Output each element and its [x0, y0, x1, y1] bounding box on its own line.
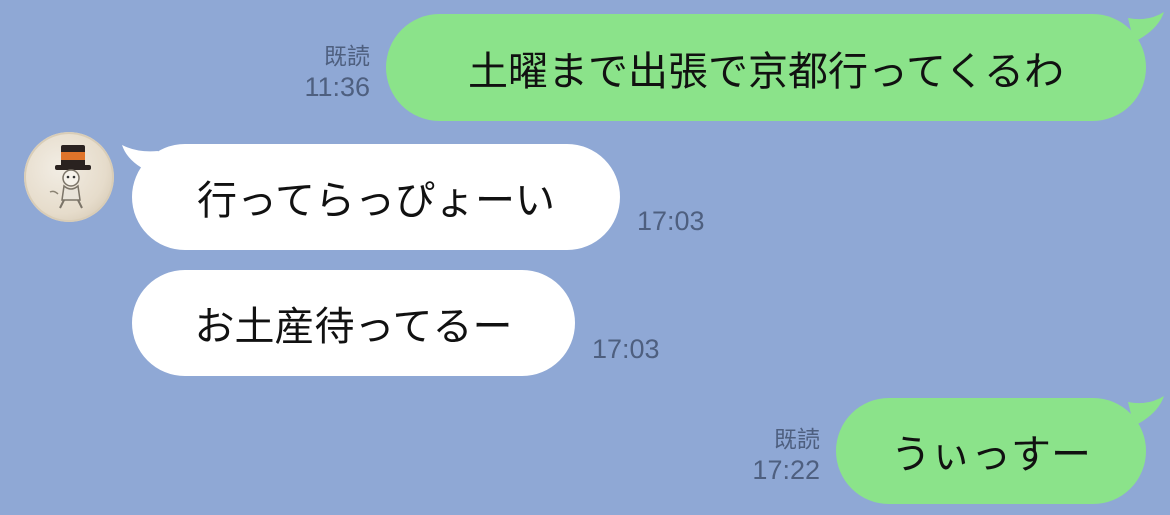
incoming-bubble[interactable]: 行ってらっぴょーい	[132, 144, 620, 250]
message-text: 土曜まで出張で京都行ってくるわ	[468, 48, 1064, 95]
friend-avatar[interactable]	[24, 132, 114, 222]
message-text: うぃっすー	[891, 432, 1091, 478]
message-text: 行ってらっぴょーい	[197, 178, 555, 224]
read-receipt: 既読	[774, 426, 820, 452]
message-time: 17:03	[592, 334, 660, 364]
message-meta: 既読 17:22	[752, 425, 820, 488]
message-time: 11:36	[304, 71, 370, 102]
message-time: 17:03	[637, 206, 705, 236]
message-meta: 既読 11:36	[304, 42, 370, 105]
read-receipt: 既読	[324, 43, 370, 69]
top-hat-character-icon	[24, 132, 114, 222]
message-time: 17:22	[752, 454, 820, 485]
bubble-tail-icon	[1128, 12, 1164, 42]
outgoing-bubble[interactable]: 土曜まで出張で京都行ってくるわ	[386, 14, 1146, 121]
outgoing-bubble[interactable]: うぃっすー	[836, 398, 1146, 504]
message-text: お土産待ってるー	[194, 304, 513, 350]
bubble-tail-icon	[1128, 396, 1164, 426]
incoming-bubble[interactable]: お土産待ってるー	[132, 270, 575, 376]
